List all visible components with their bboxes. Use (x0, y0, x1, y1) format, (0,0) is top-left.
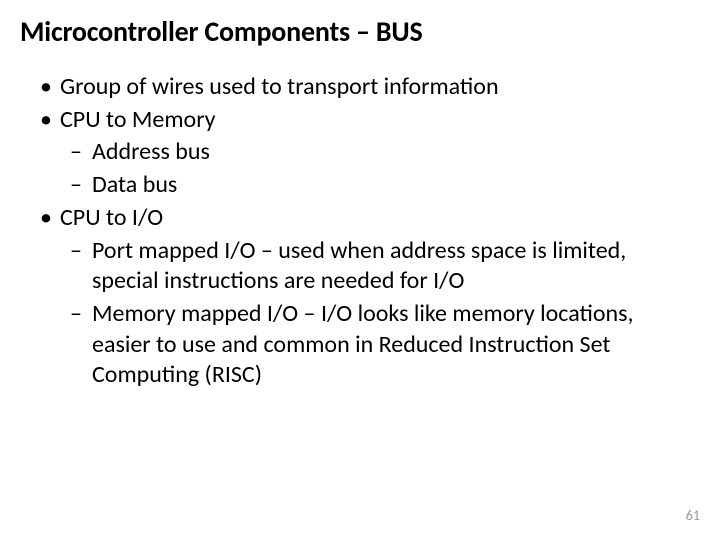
bullet-level1: CPU to Memory (36, 105, 680, 136)
bullet-level2: Data bus (66, 170, 680, 201)
slide: Microcontroller Components – BUS Group o… (0, 0, 720, 540)
slide-title: Microcontroller Components – BUS (20, 14, 700, 49)
slide-body: Group of wires used to transport informa… (36, 72, 680, 393)
bullet-level1: Group of wires used to transport informa… (36, 72, 680, 103)
bullet-level2: Memory mapped I/O – I/O looks like memor… (66, 299, 680, 391)
bullet-level2: Address bus (66, 137, 680, 168)
page-number: 61 (686, 507, 700, 524)
bullet-level1: CPU to I/O (36, 203, 680, 234)
bullet-level2: Port mapped I/O – used when address spac… (66, 236, 680, 297)
